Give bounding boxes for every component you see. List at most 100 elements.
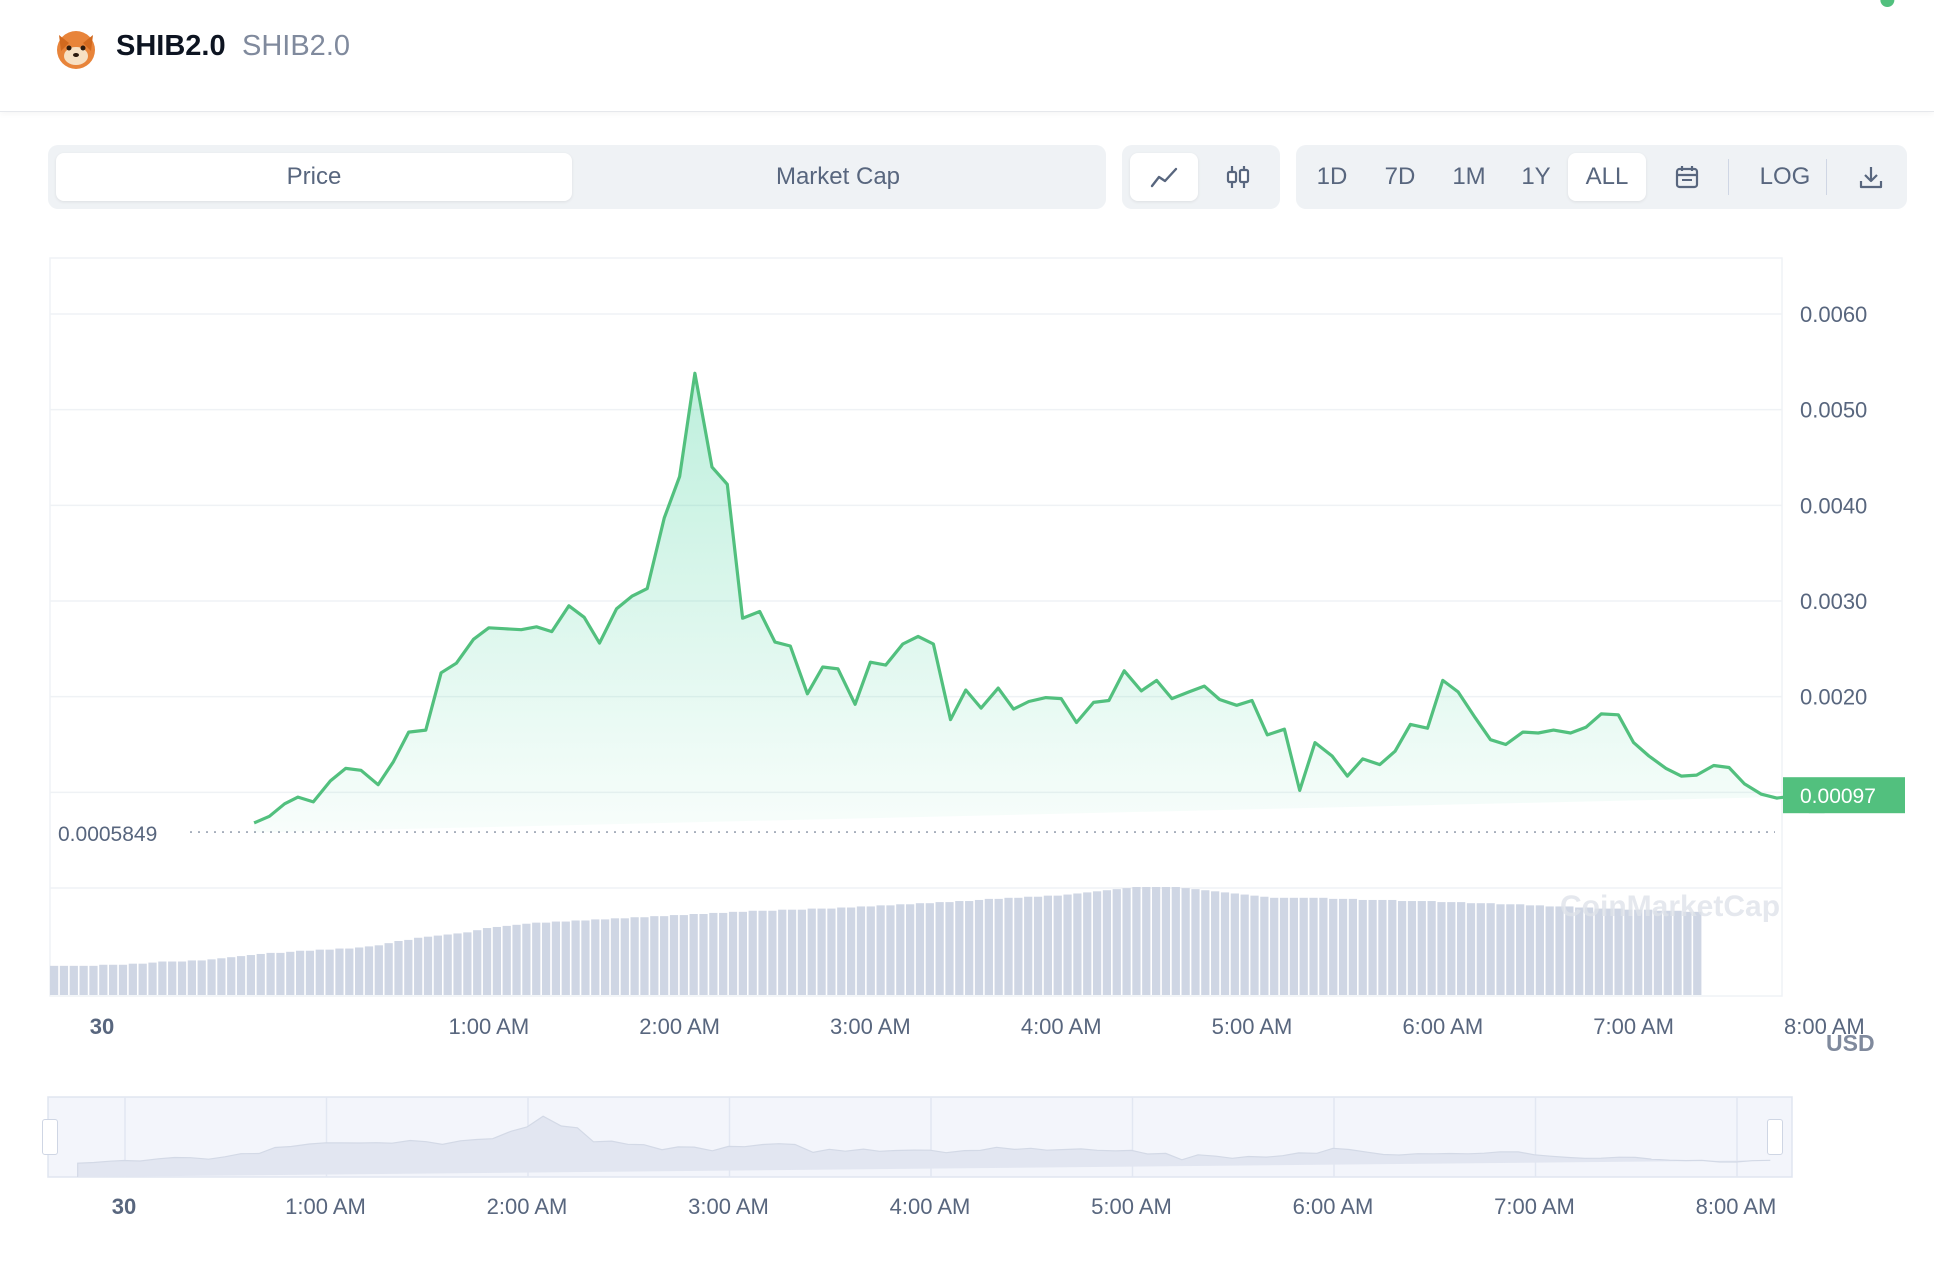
volume-bar bbox=[925, 903, 934, 995]
volume-bar bbox=[1073, 893, 1082, 995]
volume-bar bbox=[148, 962, 157, 995]
volume-bar bbox=[305, 950, 315, 995]
volume-bar bbox=[286, 951, 295, 995]
navigator-frame bbox=[47, 1096, 1793, 1178]
navigator-x-tick-label: 1:00 AM bbox=[285, 1194, 366, 1219]
volume-bar bbox=[807, 908, 816, 995]
volume-bar bbox=[778, 909, 787, 995]
volume-bar bbox=[1653, 910, 1663, 995]
volume-bar bbox=[1693, 911, 1702, 995]
volume-bar bbox=[1083, 892, 1092, 995]
navigator-x-tick-label: 7:00 AM bbox=[1494, 1194, 1575, 1219]
navigator-x-tick-label: 30 bbox=[112, 1194, 136, 1219]
volume-bar bbox=[177, 961, 187, 995]
volume-bar bbox=[1309, 897, 1318, 995]
volume-bar bbox=[482, 928, 492, 995]
volume-bar bbox=[738, 911, 747, 995]
volume-bar bbox=[630, 917, 639, 995]
volume-bar bbox=[1014, 897, 1023, 995]
volume-bar bbox=[1181, 888, 1190, 995]
volume-bar bbox=[837, 907, 846, 995]
volume-bar bbox=[728, 911, 738, 995]
volume-bar bbox=[1024, 896, 1033, 995]
volume-bar bbox=[1535, 905, 1544, 995]
volume-bar bbox=[1299, 897, 1308, 995]
volume-bar bbox=[1171, 887, 1180, 995]
volume-bar bbox=[817, 908, 826, 995]
volume-bar bbox=[709, 912, 718, 995]
volume-bar bbox=[1437, 902, 1446, 995]
reference-label: 0.0005849 bbox=[58, 823, 157, 846]
price-chart[interactable]: 0.00600.00500.00400.00300.00200CoinMarke… bbox=[0, 0, 1934, 1070]
volume-bar bbox=[1132, 887, 1141, 995]
volume-bar bbox=[1240, 894, 1249, 995]
volume-bar bbox=[561, 921, 570, 995]
volume-bar bbox=[679, 915, 688, 995]
volume-bar bbox=[551, 921, 561, 995]
volume-bar bbox=[650, 916, 659, 995]
volume-bar bbox=[197, 960, 206, 995]
volume-bar bbox=[689, 914, 698, 995]
volume-bar bbox=[335, 948, 344, 995]
volume-bar bbox=[1220, 892, 1230, 995]
volume-bar bbox=[276, 952, 285, 995]
volume-bar bbox=[1397, 901, 1407, 995]
volume-bar bbox=[207, 959, 216, 995]
volume-bar bbox=[945, 902, 954, 995]
volume-bar bbox=[89, 965, 98, 995]
volume-bar bbox=[1161, 887, 1171, 995]
volume-bar bbox=[266, 952, 275, 995]
volume-bar bbox=[1142, 887, 1151, 995]
volume-bar bbox=[748, 910, 757, 995]
current-price-dot bbox=[1880, 0, 1895, 7]
volume-bar bbox=[1476, 903, 1485, 995]
volume-bar bbox=[669, 915, 679, 995]
volume-bar bbox=[345, 948, 354, 995]
x-tick-label: 2:00 AM bbox=[639, 1014, 720, 1039]
volume-bar bbox=[384, 943, 393, 995]
volume-bar bbox=[1516, 904, 1525, 995]
volume-bar bbox=[581, 920, 590, 995]
volume-bar bbox=[1270, 897, 1279, 995]
volume-bar bbox=[463, 932, 472, 995]
volume-bar bbox=[601, 919, 610, 995]
volume-bar bbox=[109, 964, 118, 995]
volume-bar bbox=[295, 950, 305, 995]
volume-bar bbox=[1122, 888, 1131, 995]
volume-bar bbox=[246, 955, 256, 995]
volume-bar bbox=[935, 902, 944, 995]
volume-bar bbox=[1230, 893, 1239, 995]
volume-bar bbox=[1102, 890, 1112, 995]
volume-bar bbox=[856, 906, 866, 995]
y-tick-label: 0.0020 bbox=[1800, 685, 1867, 710]
currency-unit-label: USD bbox=[1826, 1030, 1875, 1056]
volume-bar bbox=[364, 946, 374, 995]
volume-bar bbox=[1004, 897, 1013, 995]
volume-bar bbox=[758, 910, 767, 995]
volume-bar bbox=[394, 941, 403, 995]
x-tick-label: 4:00 AM bbox=[1021, 1014, 1102, 1039]
volume-bar bbox=[886, 905, 895, 995]
volume-bar bbox=[1506, 904, 1515, 995]
volume-bar bbox=[118, 964, 128, 995]
volume-bar bbox=[473, 930, 482, 995]
volume-bar bbox=[1525, 905, 1535, 995]
y-tick-label: 0.0030 bbox=[1800, 589, 1867, 614]
volume-bar bbox=[541, 922, 551, 995]
volume-bar bbox=[1053, 895, 1062, 995]
volume-bar bbox=[374, 945, 383, 995]
volume-bar bbox=[620, 918, 629, 995]
volume-bar bbox=[1673, 910, 1682, 995]
volume-bar bbox=[1152, 887, 1161, 995]
navigator-area bbox=[77, 1115, 1771, 1178]
volume-bar bbox=[1092, 891, 1102, 995]
navigator-x-tick-label: 3:00 AM bbox=[688, 1194, 769, 1219]
volume-bar bbox=[69, 965, 78, 995]
volume-bar bbox=[79, 965, 88, 995]
navigator-right-handle[interactable] bbox=[1767, 1119, 1783, 1155]
volume-bar bbox=[1368, 899, 1377, 995]
navigator-left-handle[interactable] bbox=[42, 1119, 58, 1155]
volume-bar bbox=[1112, 889, 1121, 995]
plot-area bbox=[49, 257, 1783, 997]
navigator-x-tick-label: 2:00 AM bbox=[487, 1194, 568, 1219]
